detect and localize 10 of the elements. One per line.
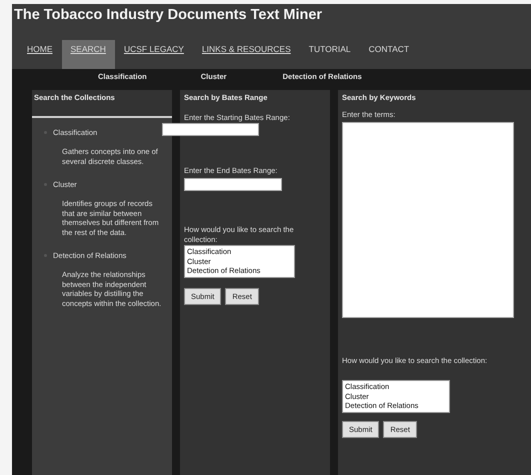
nav-tab[interactable]: SEARCH bbox=[62, 40, 115, 69]
end-range-field[interactable] bbox=[184, 178, 282, 191]
nav-tab[interactable]: TUTORIAL bbox=[300, 29, 360, 69]
nav-tab[interactable]: HOME bbox=[18, 29, 62, 69]
nav-tab[interactable]: LINKS & RESOURCES bbox=[192, 29, 300, 69]
nav-tab[interactable]: UCSF LEGACY bbox=[114, 29, 193, 69]
start-range-field[interactable] bbox=[162, 123, 259, 136]
nav-tab[interactable]: CONTACT bbox=[360, 29, 418, 69]
terms-field[interactable] bbox=[342, 122, 514, 318]
site-title: The Tobacco Industry Documents Text Miner bbox=[14, 7, 324, 23]
